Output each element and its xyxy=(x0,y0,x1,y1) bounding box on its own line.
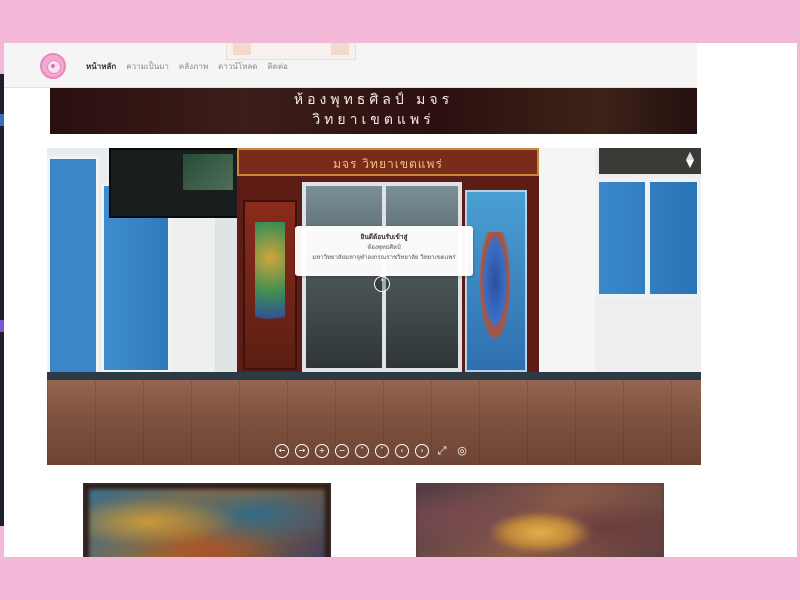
popup-description: มหาวิทยาลัยมหาจุฬาลงกรณราชวิทยาลัย วิทยา… xyxy=(312,254,456,261)
popup-title: ยินดีต้อนรับเข้าสู่ xyxy=(360,233,408,241)
nav-thumbnail xyxy=(226,43,356,60)
nav-item-gallery[interactable]: คลังภาพ xyxy=(179,60,208,73)
banner-title-line1: ห้องพุทธศิลป์ มจร xyxy=(293,92,454,108)
zoom-out-button[interactable]: − xyxy=(335,444,349,458)
pan-left-button[interactable]: ← xyxy=(275,444,289,458)
panorama-viewer[interactable]: มจร วิทยาเขตแพร่ ยินดีต้อนรับเข้าสู่ ห้อ… xyxy=(47,148,701,465)
hide-hotspots-button[interactable]: ◎ xyxy=(455,444,469,458)
gallery-thumbnail[interactable] xyxy=(83,483,331,557)
scene-sign: มจร วิทยาเขตแพร่ xyxy=(237,148,539,176)
nav-item-download[interactable]: ดาวน์โหลด xyxy=(218,60,257,73)
scene-painted-panel xyxy=(243,200,297,370)
pan-down-button[interactable]: ˅ xyxy=(375,444,389,458)
rotate-right-button[interactable]: › xyxy=(415,444,429,458)
thumbnail-image xyxy=(416,483,664,557)
pan-right-button[interactable]: → xyxy=(295,444,309,458)
info-popup: ยินดีต้อนรับเข้าสู่ ห้องพุทธศิลป์ มหาวิท… xyxy=(295,226,473,276)
scene-painted-panel xyxy=(465,190,527,372)
site-logo[interactable] xyxy=(40,53,66,79)
gallery-thumbnail[interactable] xyxy=(416,483,664,557)
pan-up-button[interactable]: ˄ xyxy=(355,444,369,458)
compass-icon[interactable] xyxy=(685,152,695,168)
info-hotspot[interactable]: ˄ xyxy=(374,276,390,292)
hero-banner: ห้องพุทธศิลป์ มจร วิทยาเขตแพร่ xyxy=(50,88,697,134)
scene-pillar xyxy=(215,208,237,390)
banner-title-line2: วิทยาเขตแพร่ xyxy=(312,112,435,128)
viewer-controls: ← → + − ˄ ˅ ‹ › ⤢ ◎ xyxy=(275,444,469,458)
page: หน้าหลัก ความเป็นมา คลังภาพ ดาวน์โหลด ติ… xyxy=(4,43,797,557)
zoom-in-button[interactable]: + xyxy=(315,444,329,458)
rotate-left-button[interactable]: ‹ xyxy=(395,444,409,458)
nav-menu: หน้าหลัก ความเป็นมา คลังภาพ ดาวน์โหลด ติ… xyxy=(86,60,288,73)
nav-item-history[interactable]: ความเป็นมา xyxy=(126,60,169,73)
scene-tv-screen xyxy=(109,148,243,218)
scene-window xyxy=(47,156,99,376)
scene-pillar xyxy=(171,208,215,390)
thumbnail-image xyxy=(89,489,325,557)
scene-window xyxy=(595,178,701,298)
popup-subtitle: ห้องพุทธศิลป์ xyxy=(367,244,401,251)
nav-item-home[interactable]: หน้าหลัก xyxy=(86,60,116,73)
chevron-up-icon: ˄ xyxy=(379,279,385,289)
scene-sign-text: มจร วิทยาเขตแพร่ xyxy=(333,157,443,171)
nav-item-contact[interactable]: ติดต่อ xyxy=(267,60,287,73)
scene-pillar xyxy=(539,148,595,382)
fullscreen-button[interactable]: ⤢ xyxy=(435,444,449,458)
navbar: หน้าหลัก ความเป็นมา คลังภาพ ดาวน์โหลด ติ… xyxy=(4,43,697,88)
